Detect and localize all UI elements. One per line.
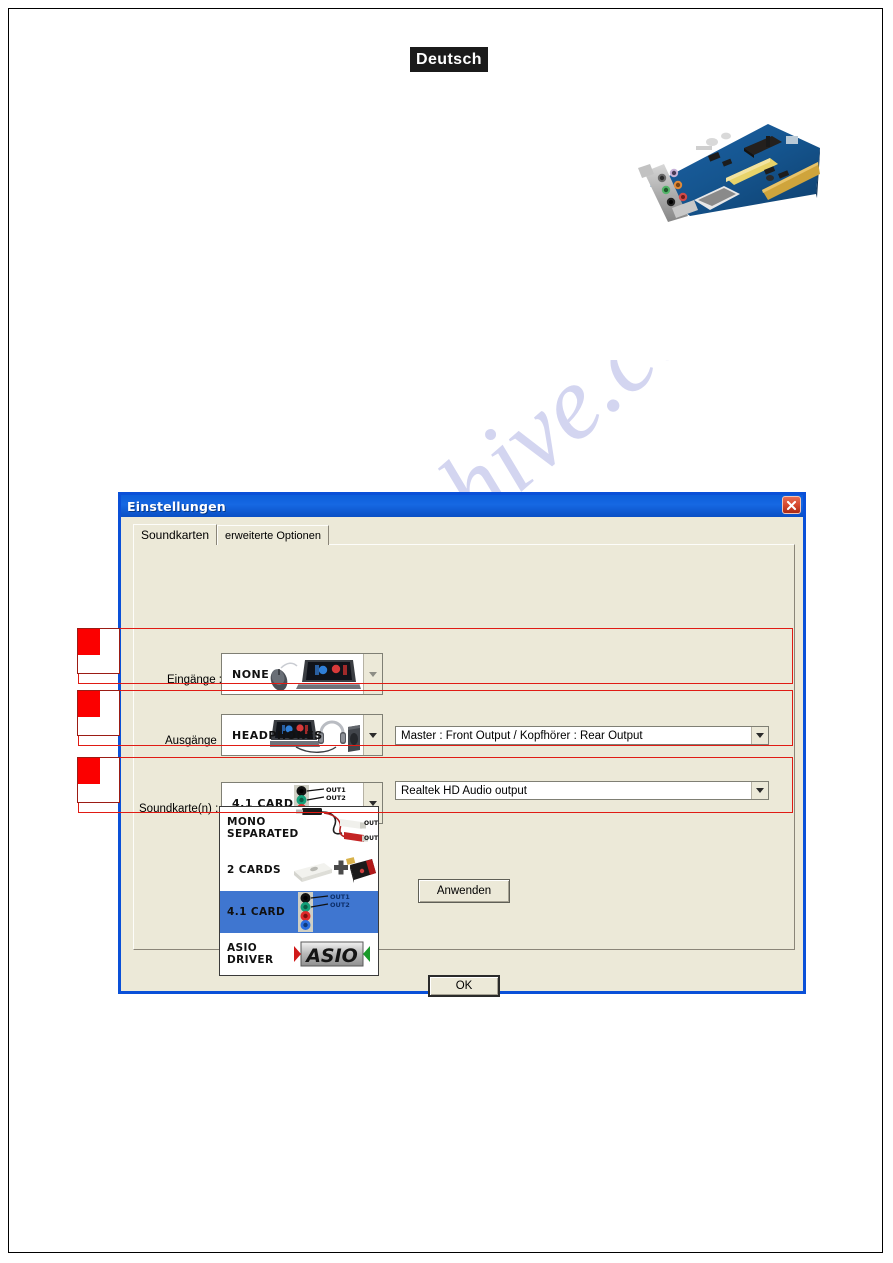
outputs-detail-value: Master : Front Output / Kopfhörer : Rear… <box>401 729 643 742</box>
mono-cable-icon: OUT1 OUT2 <box>294 807 378 849</box>
soundcard-photo <box>620 112 828 224</box>
dropdown-option-4-1-card-label: 4.1 CARD <box>227 905 286 918</box>
chevron-down-icon <box>756 733 764 738</box>
svg-text:OUT1: OUT1 <box>364 820 378 827</box>
soundcard-dropdown-list[interactable]: MONO SEPARATED OUT1 OUT2 2 CARDS <box>219 806 379 976</box>
svg-text:ASIO: ASIO <box>304 945 358 967</box>
svg-text:OUT1: OUT1 <box>330 893 350 901</box>
inputs-combo[interactable]: NONE <box>221 653 383 695</box>
dropdown-option-4-1-card[interactable]: 4.1 CARD OUT1 OUT2 <box>220 891 378 933</box>
ok-button-label: OK <box>455 980 473 992</box>
chevron-down-icon <box>756 788 764 793</box>
outputs-combo-art: HEADPHONES <box>222 715 363 755</box>
dropdown-option-2-cards[interactable]: 2 CARDS <box>220 849 378 891</box>
annotation-marker-1-block <box>78 629 100 655</box>
svg-text:OUT2: OUT2 <box>326 794 346 802</box>
dialog-title: Einstellungen <box>127 498 226 514</box>
svg-text:OUT1: OUT1 <box>326 786 346 794</box>
svg-text:OUT2: OUT2 <box>330 901 350 909</box>
annotation-marker-2 <box>77 690 120 736</box>
ok-button[interactable]: OK <box>428 975 500 997</box>
dropdown-option-mono-separated-label: MONO SEPARATED <box>227 815 299 840</box>
tab-erweiterte-optionen-label: erweiterte Optionen <box>225 529 321 542</box>
outputs-combo[interactable]: HEADPHONES <box>221 714 383 756</box>
tab-soundkarten-label: Soundkarten <box>141 528 210 542</box>
annotation-marker-1 <box>77 628 120 674</box>
chevron-down-icon <box>369 800 377 806</box>
tab-erweiterte-optionen[interactable]: erweiterte Optionen <box>217 525 329 545</box>
chevron-down-icon <box>369 671 377 677</box>
outputs-detail-combo[interactable]: Master : Front Output / Kopfhörer : Rear… <box>395 726 769 745</box>
label-eingaenge: Eingänge : <box>167 674 222 686</box>
language-badge: Deutsch <box>410 47 488 72</box>
tabstrip: Soundkarten erweiterte Optionen <box>133 524 791 545</box>
soundcard-detail-combo[interactable]: Realtek HD Audio output <box>395 781 769 800</box>
label-soundkarten: Soundkarte(n) : <box>139 803 219 815</box>
outputs-combo-value: HEADPHONES <box>232 728 323 742</box>
dropdown-option-asio-driver[interactable]: ASIO DRIVER ASIO <box>220 933 378 975</box>
annotation-marker-2-block <box>78 691 100 717</box>
inputs-combo-art: NONE <box>222 654 363 694</box>
svg-text:OUT2: OUT2 <box>364 835 378 842</box>
annotation-marker-3 <box>77 757 120 803</box>
soundcard-detail-arrow[interactable] <box>751 782 768 799</box>
apply-button-label: Anwenden <box>436 885 492 897</box>
outputs-combo-arrow[interactable] <box>363 715 382 755</box>
two-cards-icon <box>292 849 378 891</box>
inputs-combo-value: NONE <box>232 667 270 681</box>
soundcard-detail-value: Realtek HD Audio output <box>401 784 527 797</box>
tab-soundkarten[interactable]: Soundkarten <box>133 524 218 545</box>
dropdown-option-mono-separated[interactable]: MONO SEPARATED OUT1 OUT2 <box>220 807 378 849</box>
annotation-marker-3-block <box>78 758 100 784</box>
inputs-combo-arrow[interactable] <box>363 654 382 694</box>
asio-logo-icon: ASIO <box>292 933 378 975</box>
apply-button[interactable]: Anwenden <box>418 879 510 903</box>
chevron-down-icon <box>369 732 377 738</box>
close-icon[interactable] <box>782 496 801 514</box>
label-ausgaenge: Ausgänge : <box>165 735 224 747</box>
jack-panel-icon: OUT1 OUT2 <box>292 891 378 933</box>
dialog-titlebar: Einstellungen <box>121 495 803 517</box>
dropdown-option-asio-driver-label: ASIO DRIVER <box>227 941 274 966</box>
dropdown-option-2-cards-label: 2 CARDS <box>227 863 281 876</box>
outputs-detail-arrow[interactable] <box>751 727 768 744</box>
